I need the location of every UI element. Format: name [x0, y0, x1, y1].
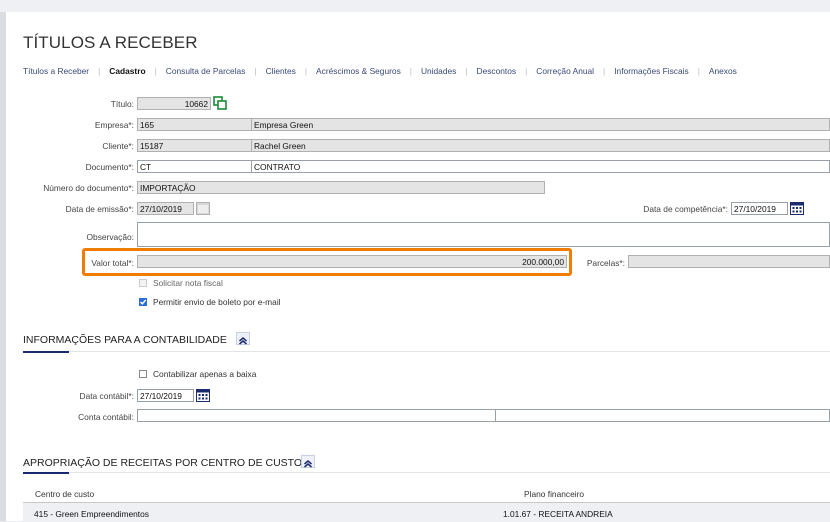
permitir-boleto-checkbox[interactable]	[139, 298, 147, 306]
data-emissao-label: Data de emissão*:	[65, 204, 134, 214]
apropriacao-section-title: APROPRIAÇÃO DE RECEITAS POR CENTRO DE CU…	[23, 457, 303, 469]
data-contabil-field[interactable]: 27/10/2019	[137, 389, 194, 402]
tab-consulta-de-parcelas[interactable]: Consulta de Parcelas	[166, 66, 246, 76]
tab-cadastro[interactable]: Cadastro	[109, 66, 145, 76]
documento-code-field[interactable]: CT	[137, 160, 252, 173]
data-competencia-label: Data de competência*:	[643, 204, 728, 214]
tab-informacoes-fiscais[interactable]: Informações Fiscais	[614, 66, 688, 76]
cliente-code-field[interactable]: 15187	[137, 139, 252, 152]
empresa-name-field: Empresa Green	[251, 118, 830, 131]
tab-separator: |	[525, 66, 528, 76]
tab-titulos-a-receber[interactable]: Títulos a Receber	[23, 66, 89, 76]
data-emissao-field[interactable]: 27/10/2019	[137, 202, 194, 215]
titulo-field[interactable]: 10662	[137, 97, 211, 110]
conta-contabil-name-field	[495, 409, 830, 422]
numero-documento-field[interactable]: IMPORTAÇÃO	[137, 181, 545, 194]
tab-separator: |	[304, 66, 308, 76]
top-bar	[0, 0, 830, 12]
tab-unidades[interactable]: Unidades	[421, 66, 456, 76]
contabilidade-collapse-button[interactable]	[236, 332, 250, 345]
column-header-plano-financeiro: Plano financeiro	[524, 489, 585, 499]
copy-icon[interactable]	[213, 96, 227, 110]
calendar-icon[interactable]	[790, 202, 804, 215]
documento-label: Documento*:	[85, 162, 134, 172]
valor-total-highlight	[82, 248, 572, 276]
tab-correcao-anual[interactable]: Correção Anual	[536, 66, 594, 76]
page-title: TÍTULOS A RECEBER	[23, 33, 198, 52]
numero-documento-label: Número do documento*:	[43, 183, 134, 193]
empresa-label: Empresa*:	[94, 120, 134, 130]
observacao-field[interactable]	[137, 222, 830, 247]
section-divider	[23, 351, 830, 352]
tab-anexos[interactable]: Anexos	[709, 66, 737, 76]
tab-bar: Títulos a Receber | Cadastro | Consulta de P…	[23, 66, 737, 76]
tab-separator: |	[465, 66, 468, 76]
apropriacao-collapse-button[interactable]	[301, 455, 315, 468]
contabilizar-baixa-label: Contabilizar apenas a baixa	[153, 369, 257, 379]
parcelas-field[interactable]	[628, 255, 830, 268]
data-competencia-field[interactable]: 27/10/2019	[731, 202, 788, 215]
tab-acrescimos-seguros[interactable]: Acréscimos & Seguros	[316, 66, 401, 76]
tab-clientes[interactable]: Clientes	[266, 66, 296, 76]
permitir-boleto-label: Permitir envio de boleto por e-mail	[153, 297, 281, 307]
calendar-icon[interactable]	[196, 389, 210, 402]
tab-separator: |	[409, 66, 412, 76]
conta-contabil-label: Conta contábil:	[78, 412, 134, 422]
calendar-icon[interactable]	[196, 202, 210, 215]
cliente-name-field: Rachel Green	[251, 139, 830, 152]
plano-financeiro-cell: 1.01.67 - RECEITA ANDREIA	[503, 509, 613, 519]
column-header-centro-custo: Centro de custo	[35, 489, 95, 499]
solicitar-nota-fiscal-checkbox[interactable]	[139, 279, 147, 287]
titulo-label: Título:	[110, 99, 134, 109]
tab-separator: |	[603, 66, 606, 76]
contabilizar-baixa-checkbox[interactable]	[139, 370, 147, 378]
cliente-label: Cliente*:	[102, 141, 134, 151]
section-underline	[23, 351, 69, 353]
tab-separator: |	[98, 66, 101, 76]
tab-separator: |	[254, 66, 257, 76]
conta-contabil-code-field[interactable]	[137, 409, 496, 422]
section-underline	[23, 472, 69, 474]
data-contabil-label: Data contábil*:	[79, 391, 134, 401]
centro-custo-cell: 415 - Green Empreendimentos	[34, 509, 149, 519]
parcelas-label: Parcelas*:	[586, 258, 625, 268]
tab-separator: |	[154, 66, 157, 76]
empresa-code-field[interactable]: 165	[137, 118, 252, 131]
tab-separator: |	[697, 66, 700, 76]
tab-descontos[interactable]: Descontos	[477, 66, 517, 76]
solicitar-nota-fiscal-label: Solicitar nota fiscal	[153, 278, 223, 288]
documento-name-field: CONTRATO	[251, 160, 830, 173]
chevron-up-icon	[239, 337, 247, 345]
section-divider	[23, 472, 830, 473]
chevron-up-icon	[304, 460, 312, 468]
check-icon	[140, 299, 147, 305]
table-row[interactable]: 415 - Green Empreendimentos 1.01.67 - RE…	[23, 502, 830, 522]
observacao-label: Observação:	[86, 232, 134, 242]
contabilidade-section-title: INFORMAÇÕES PARA A CONTABILIDADE	[23, 334, 227, 346]
